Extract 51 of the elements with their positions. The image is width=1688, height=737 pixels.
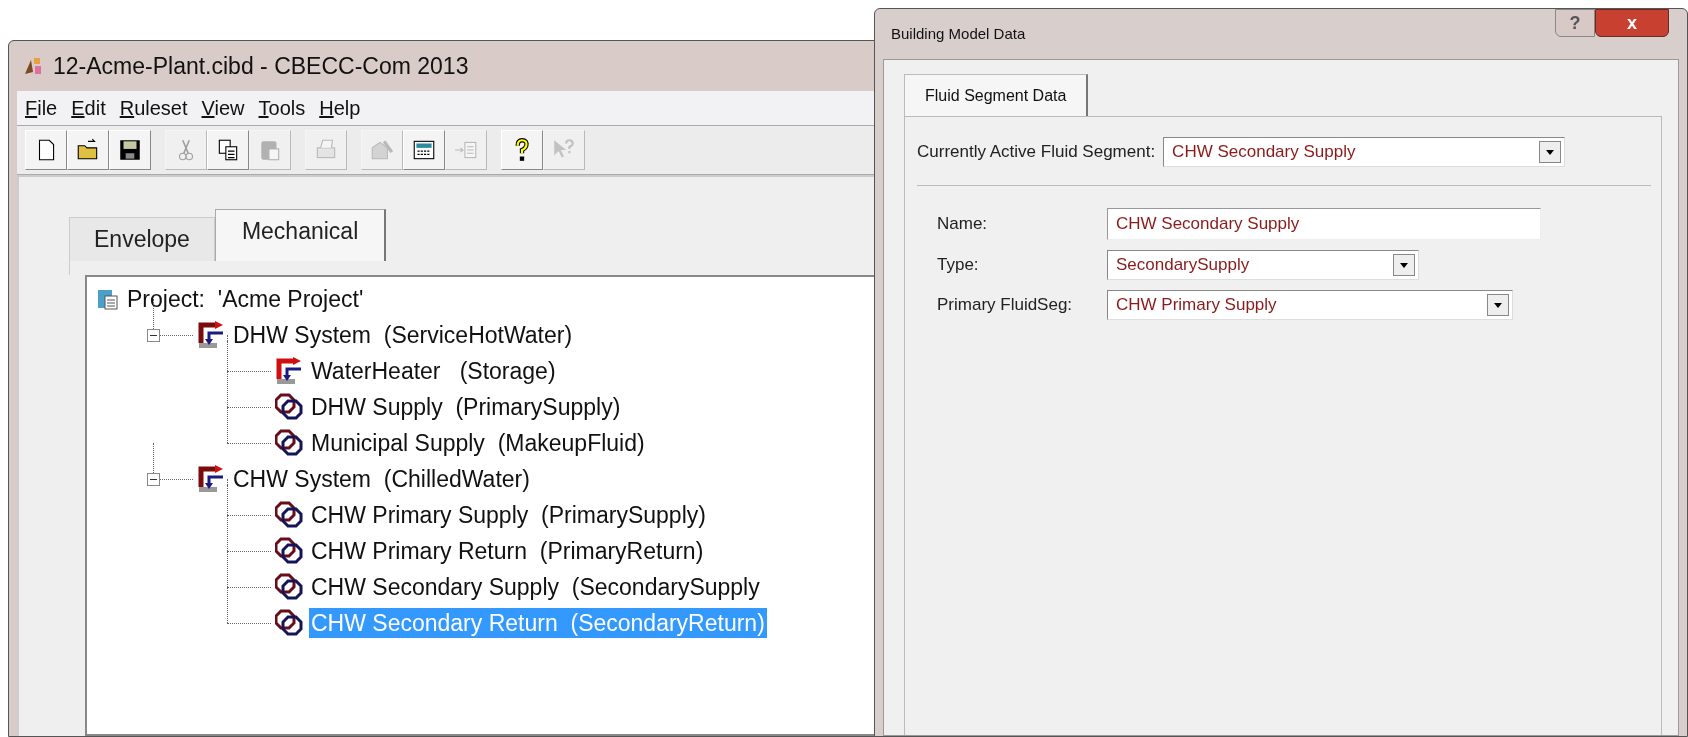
linked-rings-icon xyxy=(275,501,303,529)
menu-item[interactable]: Edit xyxy=(71,93,106,123)
help-button[interactable]: ? xyxy=(1555,9,1595,37)
collapse-toggle[interactable] xyxy=(147,329,160,342)
pipe-arrows-icon xyxy=(275,357,303,385)
name-field[interactable]: CHW Secondary Supply xyxy=(1107,208,1541,240)
tree-item[interactable]: DHW Supply (PrimarySupply) xyxy=(309,392,623,422)
close-button[interactable]: x xyxy=(1595,9,1669,37)
tab[interactable]: Fluid Segment Data xyxy=(904,74,1089,116)
pipe-arrows-icon xyxy=(197,465,225,493)
segment-dropdown[interactable]: CHW Secondary Supply xyxy=(1163,137,1566,167)
project-icon xyxy=(97,288,119,310)
dropdown-arrow-icon xyxy=(1494,302,1502,308)
collapse-toggle[interactable] xyxy=(147,473,160,486)
menu-item[interactable]: View xyxy=(201,93,245,123)
field-label: Type: xyxy=(937,254,980,277)
tree-item[interactable]: Project: 'Acme Project' xyxy=(125,284,366,314)
help-button[interactable] xyxy=(501,130,543,170)
pipe-arrows-icon xyxy=(197,321,225,349)
tree-item[interactable]: WaterHeater (Storage) xyxy=(309,356,558,386)
field-label: Primary FluidSeg: xyxy=(937,294,1074,317)
tab[interactable]: Envelope xyxy=(69,217,215,261)
window-title: 12-Acme-Plant.cibd - CBECC-Com 2013 xyxy=(53,51,469,81)
dropdown-arrow-icon xyxy=(1546,149,1555,155)
tree-item[interactable]: CHW System (ChilledWater) xyxy=(231,464,532,494)
linked-rings-icon xyxy=(275,609,303,637)
dropdown-arrow-icon xyxy=(1400,262,1408,268)
primary-fluidseg-dropdown[interactable]: CHW Primary Supply xyxy=(1107,290,1513,320)
copy-button[interactable] xyxy=(207,130,249,170)
type-dropdown[interactable]: SecondarySupply xyxy=(1107,250,1419,280)
menu-item[interactable]: Tools xyxy=(258,93,306,123)
menu-item[interactable]: Ruleset xyxy=(119,93,188,123)
tree-item[interactable]: Municipal Supply (MakeupFluid) xyxy=(309,428,647,458)
linked-rings-icon xyxy=(275,393,303,421)
menu-item[interactable]: File xyxy=(25,93,58,123)
linked-rings-icon xyxy=(275,537,303,565)
linked-rings-icon xyxy=(275,429,303,457)
new-button[interactable] xyxy=(25,130,67,170)
linked-rings-icon xyxy=(275,573,303,601)
field-label: Currently Active Fluid Segment: xyxy=(917,141,1156,164)
tree-item[interactable]: CHW Primary Supply (PrimarySupply) xyxy=(309,500,708,530)
tab[interactable]: Mechanical xyxy=(214,209,387,261)
tree-item[interactable]: DHW System (ServiceHotWater) xyxy=(231,320,575,350)
open-button[interactable] xyxy=(67,130,109,170)
calculator-button[interactable] xyxy=(403,130,445,170)
field-label: Name: xyxy=(937,213,989,236)
dialog-title: Building Model Data xyxy=(891,23,1026,44)
save-button[interactable] xyxy=(109,130,151,170)
menu-item[interactable]: Help xyxy=(319,93,361,123)
tree-item[interactable]: CHW Primary Return (PrimaryReturn) xyxy=(309,536,706,566)
tree-item[interactable]: CHW Secondary Supply (SecondarySupply xyxy=(309,572,762,602)
